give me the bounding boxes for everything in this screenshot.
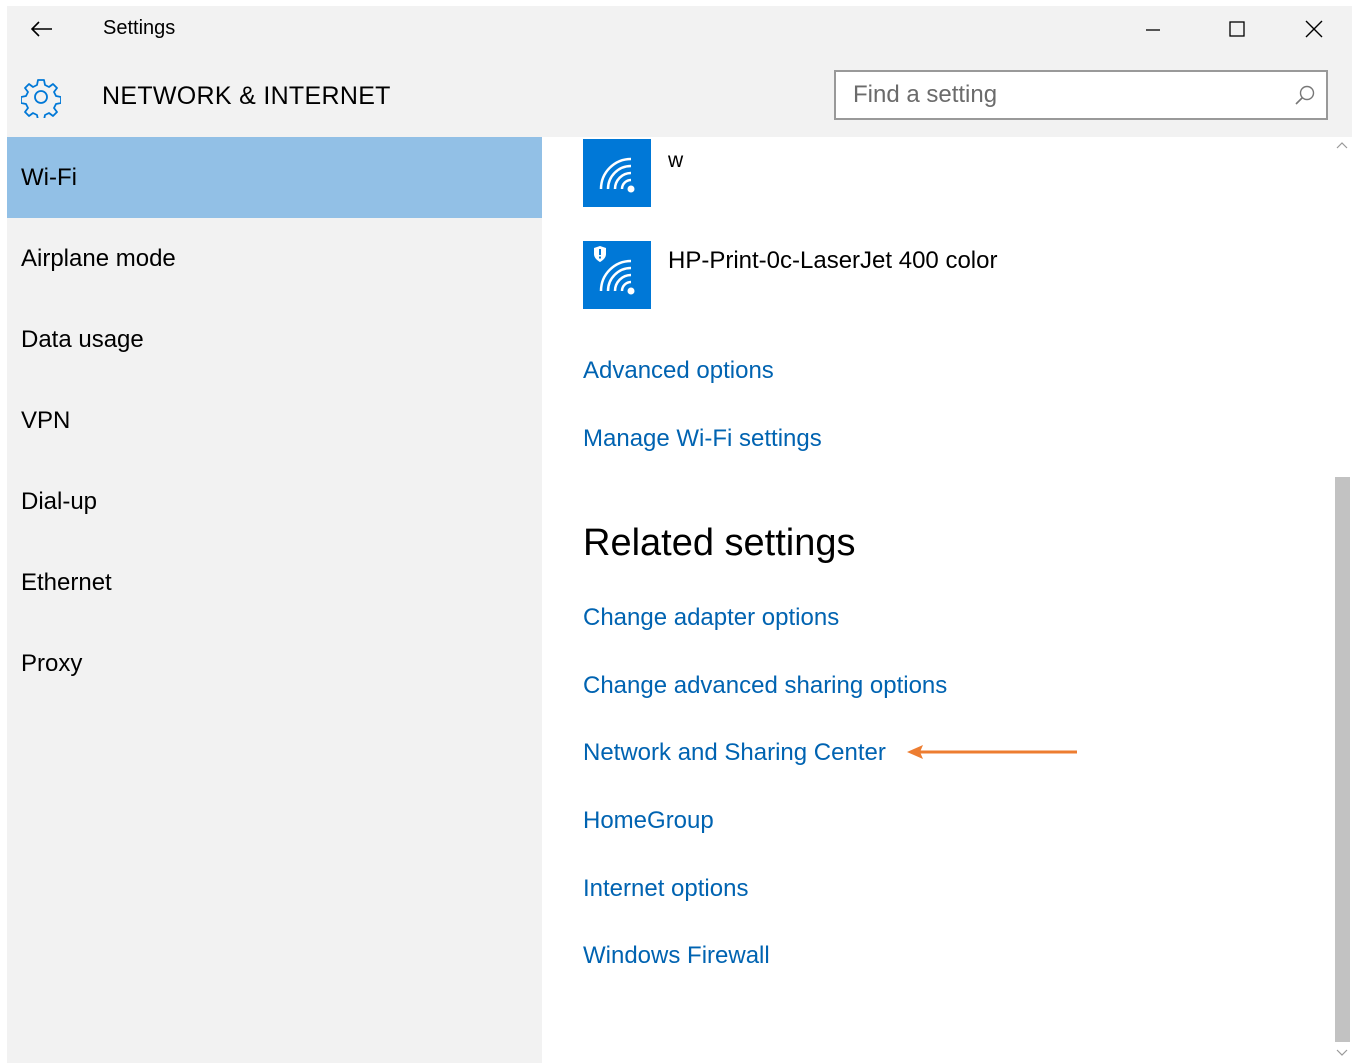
vertical-scrollbar[interactable] — [1333, 137, 1352, 1063]
sidebar-item-label: VPN — [21, 406, 71, 434]
manage-wifi-settings-link[interactable]: Manage Wi-Fi settings — [583, 425, 822, 453]
sidebar-item-proxy[interactable]: Proxy — [7, 623, 542, 704]
network-name: HP-Print-0c-LaserJet 400 color — [668, 247, 998, 274]
network-name: w — [668, 149, 684, 172]
sidebar-item-label: Airplane mode — [21, 244, 176, 272]
network-item[interactable]: w — [583, 139, 1183, 207]
sidebar-item-label: Data usage — [21, 325, 144, 353]
windows-firewall-link[interactable]: Windows Firewall — [583, 942, 770, 970]
minimize-icon — [1146, 29, 1160, 31]
sidebar-item-dial-up[interactable]: Dial-up — [7, 461, 542, 542]
sidebar-item-label: Ethernet — [21, 568, 112, 596]
back-arrow-icon — [31, 21, 52, 37]
sidebar-item-wifi[interactable]: Wi-Fi — [7, 137, 542, 218]
main-content: w HP-Print-0c-LaserJet 400 color Advance… — [542, 137, 1352, 1063]
network-sharing-center-link[interactable]: Network and Sharing Center — [583, 739, 886, 767]
sidebar-item-vpn[interactable]: VPN — [7, 380, 542, 461]
search-input[interactable] — [836, 72, 1293, 118]
scrollbar-thumb[interactable] — [1335, 477, 1350, 1042]
network-item[interactable]: HP-Print-0c-LaserJet 400 color — [583, 241, 1183, 309]
page-title: NETWORK & INTERNET — [102, 82, 391, 110]
search-box[interactable] — [834, 70, 1328, 120]
advanced-options-link[interactable]: Advanced options — [583, 357, 774, 385]
change-adapter-options-link[interactable]: Change adapter options — [583, 604, 839, 632]
change-advanced-sharing-link[interactable]: Change advanced sharing options — [583, 672, 947, 700]
sidebar-item-label: Dial-up — [21, 487, 98, 515]
app-title: Settings — [103, 17, 176, 39]
sidebar-item-airplane-mode[interactable]: Airplane mode — [7, 218, 542, 299]
scroll-up-icon[interactable] — [1335, 141, 1349, 151]
title-bar: Settings — [7, 6, 1352, 50]
homegroup-link[interactable]: HomeGroup — [583, 807, 714, 835]
sidebar-item-ethernet[interactable]: Ethernet — [7, 542, 542, 623]
minimize-button[interactable] — [1131, 12, 1175, 46]
settings-window: Settings NETWORK & INTERNET Find a setti… — [7, 6, 1352, 1063]
sidebar-item-label: Proxy — [21, 649, 83, 677]
wifi-shield-icon — [583, 241, 651, 309]
annotation-arrow-icon — [907, 745, 1077, 759]
maximize-icon — [1229, 21, 1245, 37]
back-button[interactable] — [27, 14, 57, 44]
search-icon[interactable] — [1294, 84, 1316, 106]
wifi-icon — [583, 139, 651, 207]
sidebar-nav: Wi-Fi Airplane mode Data usage VPN Dial-… — [7, 137, 542, 1063]
close-icon — [1305, 20, 1323, 38]
close-button[interactable] — [1292, 12, 1336, 46]
internet-options-link[interactable]: Internet options — [583, 875, 748, 903]
gear-icon — [21, 79, 61, 118]
maximize-button[interactable] — [1215, 12, 1259, 46]
related-settings-heading: Related settings — [583, 522, 856, 564]
sidebar-item-label: Wi-Fi — [21, 163, 77, 191]
sidebar-item-data-usage[interactable]: Data usage — [7, 299, 542, 380]
scroll-down-icon[interactable] — [1335, 1047, 1349, 1057]
